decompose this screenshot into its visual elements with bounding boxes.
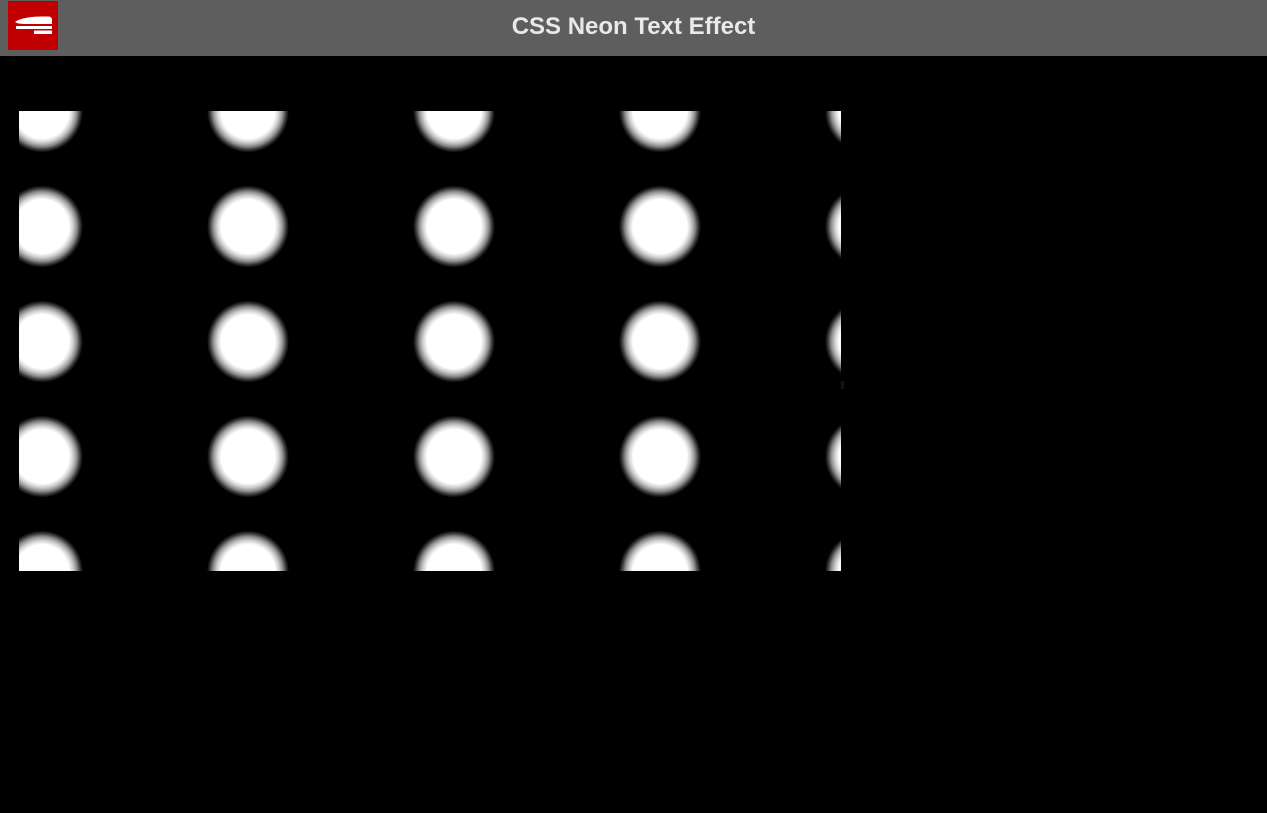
top-bar: CSS Neon Text Effect — [0, 0, 1267, 56]
demo-edge-artifact — [841, 381, 844, 389]
neon-effect-demo — [19, 111, 841, 571]
page-title: CSS Neon Text Effect — [511, 13, 756, 40]
